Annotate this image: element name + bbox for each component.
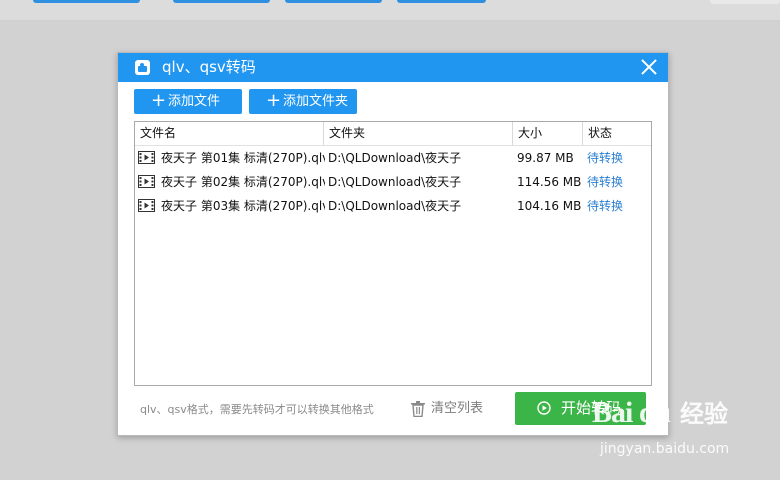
plus-icon: +	[151, 90, 167, 111]
file-status: 待转换	[587, 199, 624, 213]
video-file-icon	[138, 175, 155, 188]
background-toolbar-button[interactable]	[710, 0, 780, 4]
background-toolbar-button[interactable]	[33, 0, 140, 3]
file-name: 夜天子 第02集 标清(270P).qlv	[161, 175, 325, 189]
file-size: 114.56 MB	[517, 175, 582, 189]
column-header-folder[interactable]: 文件夹	[324, 122, 513, 145]
convert-dialog: qlv、qsv转码 + 添加文件 + 添加文件夹 文件名 文件夹 大小 状态 夜…	[117, 52, 669, 436]
file-size: 99.87 MB	[517, 151, 574, 165]
column-header-size[interactable]: 大小	[513, 122, 583, 145]
add-file-button[interactable]: + 添加文件	[134, 89, 242, 114]
add-folder-label: 添加文件夹	[283, 94, 349, 109]
baidu-jingyan-watermark: Bai du 经验 jingyan.baidu.com	[592, 395, 752, 461]
format-hint: qlv、qsv格式，需要先转码才可以转换其他格式	[140, 403, 374, 416]
background-toolbar-button[interactable]	[285, 0, 382, 3]
clear-list-label: 清空列表	[431, 401, 484, 416]
video-file-icon	[138, 199, 155, 212]
add-file-label: 添加文件	[168, 94, 221, 109]
file-name: 夜天子 第01集 标清(270P).qlv	[161, 151, 325, 165]
background-toolbar	[0, 0, 780, 21]
file-folder: D:\QLDownload\夜天子	[328, 199, 462, 213]
plus-icon: +	[266, 90, 282, 111]
watermark-url: jingyan.baidu.com	[600, 441, 730, 457]
file-status: 待转换	[587, 151, 624, 165]
table-row[interactable]: 夜天子 第03集 标清(270P).qlv D:\QLDownload\夜天子 …	[135, 194, 651, 218]
file-folder: D:\QLDownload\夜天子	[328, 151, 462, 165]
background-toolbar-button[interactable]	[397, 0, 486, 3]
video-file-icon	[138, 151, 155, 164]
table-header: 文件名 文件夹 大小 状态	[135, 122, 651, 146]
dialog-title: qlv、qsv转码	[162, 58, 256, 76]
watermark-logo: Bai du	[592, 396, 671, 429]
watermark-text: 经验	[680, 400, 728, 428]
table-row[interactable]: 夜天子 第02集 标清(270P).qlv D:\QLDownload\夜天子 …	[135, 170, 651, 194]
file-status: 待转换	[587, 175, 624, 189]
close-icon[interactable]	[640, 58, 658, 76]
column-header-status[interactable]: 状态	[583, 122, 651, 145]
trash-icon	[411, 401, 425, 417]
app-icon	[135, 60, 150, 75]
play-icon	[537, 401, 551, 415]
file-folder: D:\QLDownload\夜天子	[328, 175, 462, 189]
dialog-titlebar: qlv、qsv转码	[118, 53, 668, 82]
file-table[interactable]: 文件名 文件夹 大小 状态 夜天子 第01集 标清(270P).qlv D:\Q…	[134, 121, 652, 386]
add-folder-button[interactable]: + 添加文件夹	[249, 89, 357, 114]
table-row[interactable]: 夜天子 第01集 标清(270P).qlv D:\QLDownload\夜天子 …	[135, 146, 651, 170]
file-size: 104.16 MB	[517, 199, 582, 213]
column-header-filename[interactable]: 文件名	[135, 122, 324, 145]
background-toolbar-button[interactable]	[173, 0, 270, 3]
file-name: 夜天子 第03集 标清(270P).qlv	[161, 199, 325, 213]
